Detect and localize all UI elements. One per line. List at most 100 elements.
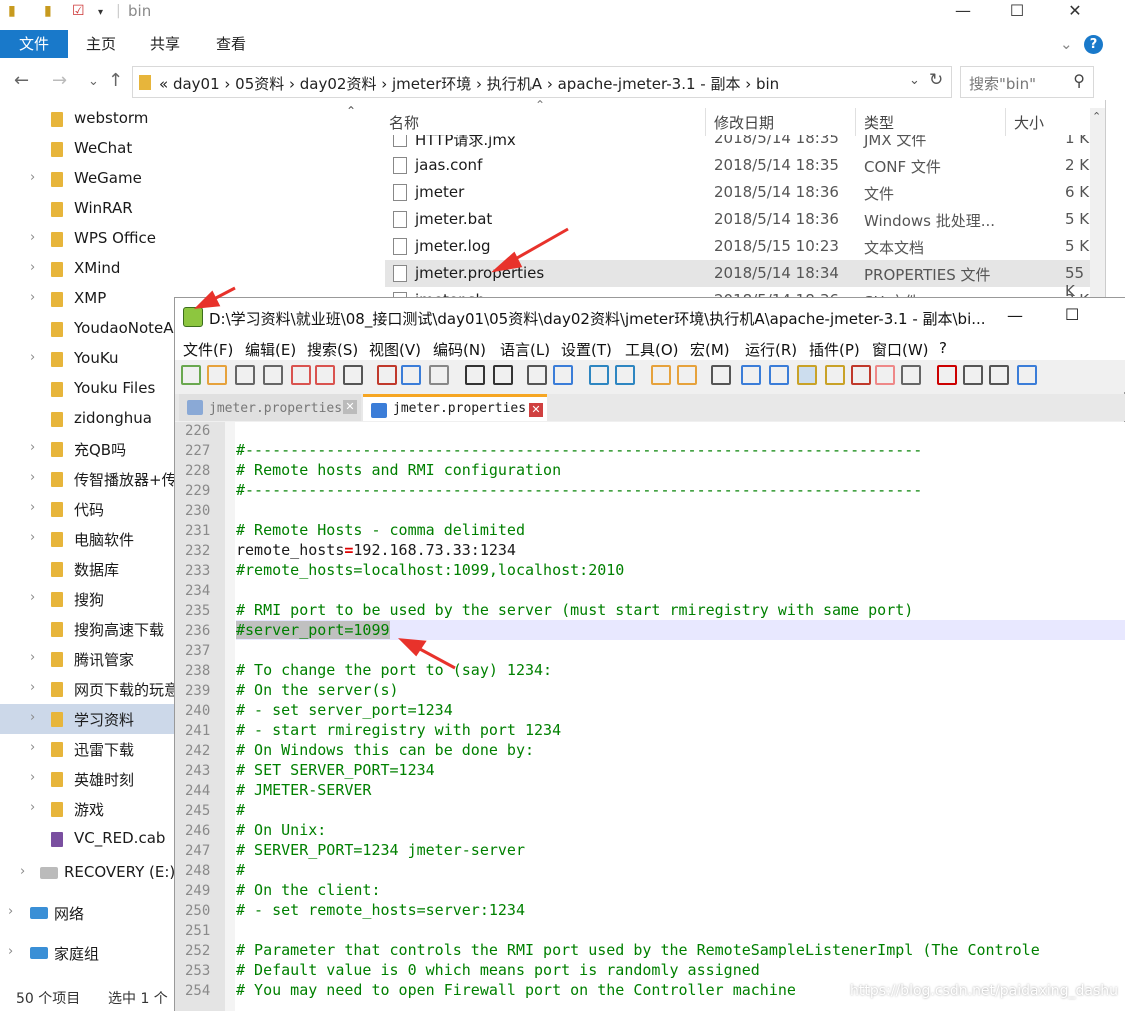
file-row[interactable]: HTTP请求.jmx 2018/5/14 18:35 JMX 文件 1 K xyxy=(385,135,1090,152)
tree-item[interactable]: zidonghua xyxy=(0,404,175,434)
tab-file[interactable]: 文件 xyxy=(0,30,68,58)
chevron-right-icon[interactable]: › xyxy=(30,440,35,455)
chevron-right-icon[interactable]: › xyxy=(30,650,35,665)
menu-item[interactable]: 工具(O) xyxy=(625,339,679,360)
print-icon[interactable] xyxy=(343,365,363,385)
chevron-right-icon[interactable]: › xyxy=(30,500,35,515)
refresh-icon[interactable]: ↻ xyxy=(929,70,943,90)
save-all-icon[interactable] xyxy=(263,365,283,385)
close-icon[interactable] xyxy=(291,365,311,385)
monitor-icon[interactable] xyxy=(875,365,895,385)
menu-item[interactable]: 搜索(S) xyxy=(307,339,358,360)
chevron-right-icon[interactable]: › xyxy=(30,470,35,485)
menu-item[interactable]: 运行(R) xyxy=(745,339,797,360)
save-icon[interactable] xyxy=(235,365,255,385)
tree-item[interactable]: › WPS Office xyxy=(0,224,175,254)
menu-item[interactable]: ? xyxy=(939,339,947,357)
tree-item[interactable]: 数据库 xyxy=(0,554,175,584)
file-list-scrollbar[interactable]: ⌃ xyxy=(1090,108,1105,298)
new-file-icon[interactable] xyxy=(181,365,201,385)
chevron-right-icon[interactable]: › xyxy=(30,740,35,755)
menu-item[interactable]: 文件(F) xyxy=(183,339,233,360)
tree-item[interactable]: webstorm xyxy=(0,104,175,134)
find-icon[interactable] xyxy=(527,365,547,385)
chevron-right-icon[interactable]: › xyxy=(30,800,35,815)
run-macro-multiple-icon[interactable] xyxy=(989,365,1009,385)
zoom-in-icon[interactable] xyxy=(589,365,609,385)
sync-horizontal-icon[interactable] xyxy=(677,365,697,385)
tree-item[interactable]: › 腾讯管家 xyxy=(0,644,175,674)
chevron-right-icon[interactable]: › xyxy=(30,590,35,605)
tree-item[interactable]: VC_RED.cab xyxy=(0,824,175,854)
chevron-right-icon[interactable]: › xyxy=(30,290,35,305)
record-macro-icon[interactable] xyxy=(901,365,921,385)
tree-item[interactable]: › 网络 xyxy=(0,898,175,928)
menu-item[interactable]: 插件(P) xyxy=(809,339,860,360)
close-button[interactable]: ✕ xyxy=(1052,0,1098,24)
column-date[interactable]: 修改日期 xyxy=(714,112,774,133)
chevron-right-icon[interactable]: › xyxy=(8,904,13,919)
tree-item[interactable]: › 家庭组 xyxy=(0,938,175,968)
file-row[interactable]: jmeter 2018/5/14 18:36 文件 6 K xyxy=(385,179,1090,206)
chevron-right-icon[interactable]: › xyxy=(30,770,35,785)
indent-guide-icon[interactable] xyxy=(769,365,789,385)
checkbox-icon[interactable]: ☑ xyxy=(72,3,85,19)
file-row[interactable]: jmeter.properties 2018/5/14 18:34 PROPERTI… xyxy=(385,260,1090,298)
address-bar[interactable]: « day01 › 05资料 › day02资料 › jmeter环境 › 执行… xyxy=(132,66,952,98)
tree-scrollbar[interactable]: ⌃ xyxy=(345,104,359,324)
chevron-right-icon[interactable]: › xyxy=(30,530,35,545)
close-tab-icon[interactable]: ✕ xyxy=(343,400,357,414)
chevron-right-icon[interactable]: › xyxy=(30,260,35,275)
tree-item[interactable]: › 学习资料 xyxy=(0,704,175,734)
replace-icon[interactable] xyxy=(553,365,573,385)
menu-item[interactable]: 宏(M) xyxy=(690,339,730,360)
function-list-icon[interactable] xyxy=(825,365,845,385)
tree-item[interactable]: › 网页下载的玩意 xyxy=(0,674,179,704)
zoom-out-icon[interactable] xyxy=(615,365,635,385)
play-macro-icon[interactable] xyxy=(963,365,983,385)
tab-jmeter-properties-2[interactable]: jmeter.properties ✕ xyxy=(363,394,547,421)
forward-icon[interactable]: → xyxy=(52,70,67,91)
tree-item[interactable]: › 游戏 xyxy=(0,794,175,824)
column-size[interactable]: 大小 xyxy=(1014,112,1044,133)
stop-macro-icon[interactable] xyxy=(937,365,957,385)
tree-item[interactable]: › XMP xyxy=(0,284,175,314)
tab-jmeter-properties-1[interactable]: jmeter.properties ✕ xyxy=(179,394,361,421)
code-editor[interactable]: 226 227 228 229 230 231 232 233 234 235 236 237 238 2… xyxy=(175,422,1125,1011)
tree-item[interactable]: › XMind xyxy=(0,254,175,284)
show-all-chars-icon[interactable] xyxy=(741,365,761,385)
tree-item[interactable]: › WeGame xyxy=(0,164,175,194)
tree-item[interactable]: YoudaoNoteA xyxy=(0,314,175,344)
tree-item[interactable]: WinRAR xyxy=(0,194,175,224)
up-icon[interactable]: ↑ xyxy=(108,70,123,91)
open-file-icon[interactable] xyxy=(207,365,227,385)
chevron-right-icon[interactable]: › xyxy=(8,944,13,959)
folder-workspace-icon[interactable] xyxy=(851,365,871,385)
search-input[interactable]: 搜索"bin" ⚲ xyxy=(960,66,1094,98)
chevron-right-icon[interactable]: › xyxy=(30,230,35,245)
search-icon[interactable]: ⚲ xyxy=(1073,71,1085,90)
tree-item[interactable]: › 充QB吗 xyxy=(0,434,175,464)
menu-item[interactable]: 设置(T) xyxy=(561,339,612,360)
tab-view[interactable]: 查看 xyxy=(216,30,246,58)
file-row[interactable]: jaas.conf 2018/5/14 18:35 CONF 文件 2 K xyxy=(385,152,1090,179)
cut-icon[interactable] xyxy=(377,365,397,385)
folder-icon[interactable]: ▮ xyxy=(44,3,52,19)
menu-item[interactable]: 视图(V) xyxy=(369,339,421,360)
chevron-right-icon[interactable]: › xyxy=(20,864,25,879)
tree-item[interactable]: WeChat xyxy=(0,134,175,164)
ribbon-expand-icon[interactable]: ⌄ xyxy=(1060,30,1073,58)
doc-map-icon[interactable] xyxy=(797,365,817,385)
copy-icon[interactable] xyxy=(401,365,421,385)
tree-item[interactable]: › 英雄时刻 xyxy=(0,764,175,794)
maximize-button[interactable]: ☐ xyxy=(994,0,1040,24)
close-tab-icon[interactable]: ✕ xyxy=(529,403,543,417)
menu-item[interactable]: 语言(L) xyxy=(500,339,550,360)
column-type[interactable]: 类型 xyxy=(864,112,894,133)
tree-item[interactable]: › 电脑软件 xyxy=(0,524,175,554)
tree-item[interactable]: › 迅雷下载 xyxy=(0,734,175,764)
tree-item[interactable]: › 传智播放器+传 xyxy=(0,464,177,494)
quick-access-dropdown-icon[interactable]: ▾ xyxy=(98,7,103,18)
chevron-right-icon[interactable]: › xyxy=(30,680,35,695)
maximize-button[interactable]: ☐ xyxy=(1065,305,1079,324)
